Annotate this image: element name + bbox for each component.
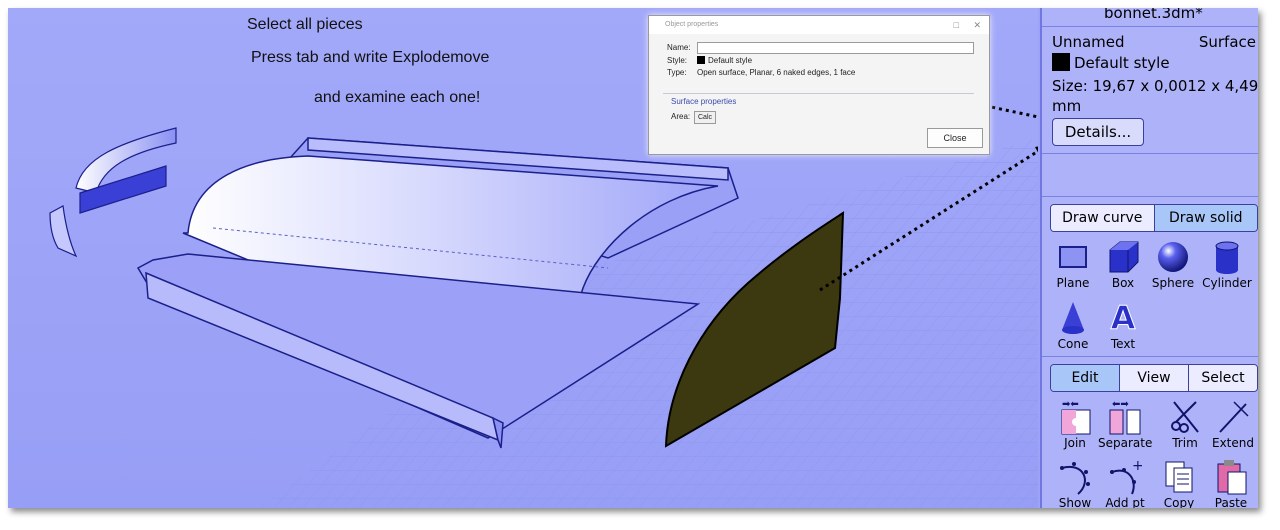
dialog-title: Object properties	[665, 21, 719, 28]
object-name: Unnamed	[1052, 33, 1125, 51]
instruction-line-2: Press tab and write Explodemove	[251, 49, 490, 66]
text-icon: A	[1110, 299, 1136, 338]
object-style[interactable]: Default style	[1052, 53, 1170, 72]
paste-icon	[1217, 460, 1247, 495]
object-properties-dialog: Object properties □ ✕ Name: Style: Defau…	[648, 15, 990, 155]
properties-panel: bonnet.3dm* Unnamed Surface Default styl…	[1040, 8, 1258, 508]
tool-label: Paste	[1214, 496, 1248, 508]
tab-edit[interactable]: Edit	[1051, 365, 1120, 391]
name-input[interactable]	[697, 42, 974, 54]
svg-text:➡⬅: ➡⬅	[1062, 399, 1079, 410]
app-window: Select all pieces Press tab and write Ex…	[8, 8, 1258, 508]
style-swatch	[697, 56, 705, 64]
dialog-titlebar: Object properties □ ✕	[649, 16, 989, 34]
file-name: bonnet.3dm*	[1104, 8, 1203, 22]
svg-text:+: +	[1132, 458, 1142, 474]
tool-join[interactable]: ➡⬅ Join	[1048, 398, 1102, 450]
tool-show-points[interactable]: Show pts	[1048, 458, 1102, 508]
3d-viewport[interactable]: Select all pieces Press tab and write Ex…	[8, 8, 1038, 508]
style-swatch	[1052, 53, 1070, 71]
tool-label: Add pt	[1105, 496, 1145, 508]
tab-view[interactable]: View	[1120, 365, 1189, 391]
tool-label: Join	[1064, 436, 1086, 450]
tool-label: Plane	[1056, 276, 1090, 290]
type-value: Open surface, Planar, 6 naked edges, 1 f…	[697, 68, 856, 77]
separate-icon: ⬅➡	[1109, 399, 1141, 435]
add-point-icon: +	[1110, 458, 1142, 495]
tab-draw-curve[interactable]: Draw curve	[1051, 205, 1155, 231]
draw-tabs: Draw curve Draw solid	[1050, 204, 1258, 232]
tool-extend[interactable]: Extend	[1206, 398, 1258, 450]
object-type: Surface	[1198, 33, 1256, 51]
box-icon	[1109, 241, 1139, 273]
surface-properties-group: Surface properties Area: Calc	[663, 93, 974, 130]
close-button[interactable]: Close	[927, 128, 983, 148]
sphere-icon	[1158, 242, 1188, 272]
tool-cylinder[interactable]: Cylinder	[1200, 238, 1254, 290]
copy-icon	[1165, 461, 1193, 493]
tool-label: Show pts	[1058, 496, 1092, 508]
style-value: Default style	[697, 56, 752, 65]
plane-icon	[1059, 246, 1087, 268]
tool-label: Sphere	[1151, 276, 1195, 290]
tool-label: Copy	[1163, 496, 1195, 508]
maximize-icon[interactable]: □	[954, 16, 959, 34]
name-label: Name:	[667, 43, 691, 52]
tool-sphere[interactable]: Sphere	[1146, 238, 1200, 290]
tab-draw-solid[interactable]: Draw solid	[1154, 205, 1257, 231]
small-side-piece	[49, 205, 78, 258]
style-label: Style:	[667, 56, 688, 65]
tool-cone[interactable]: Cone	[1046, 299, 1100, 351]
surface-properties-title: Surface properties	[671, 97, 737, 106]
tab-select[interactable]: Select	[1189, 365, 1257, 391]
svg-text:⬅➡: ⬅➡	[1112, 399, 1129, 410]
edit-tabs: Edit View Select	[1050, 364, 1258, 392]
instruction-line-3: and examine each one!	[314, 89, 481, 106]
show-points-icon	[1060, 462, 1090, 495]
trim-icon	[1171, 401, 1199, 433]
tool-label: Extend	[1212, 436, 1254, 450]
object-size-unit: mm	[1052, 97, 1082, 115]
tool-box[interactable]: Box	[1096, 238, 1150, 290]
details-button[interactable]: Details...	[1052, 118, 1144, 146]
cylinder-icon	[1215, 241, 1239, 274]
tool-label: Cone	[1057, 337, 1089, 351]
extend-icon	[1219, 401, 1249, 433]
tool-label: Cylinder	[1202, 276, 1252, 290]
tool-label: Separate	[1098, 436, 1153, 450]
join-icon: ➡⬅	[1061, 399, 1091, 435]
calc-button[interactable]: Calc	[694, 111, 717, 124]
type-label: Type:	[667, 68, 687, 77]
tool-trim[interactable]: Trim	[1158, 398, 1212, 450]
cone-icon	[1062, 302, 1084, 334]
tool-copy[interactable]: Copy	[1152, 458, 1206, 508]
tool-plane[interactable]: Plane	[1046, 238, 1100, 290]
tool-text[interactable]: A Text	[1096, 299, 1150, 352]
object-size: Size: 19,67 x 0,0012 x 4,49	[1052, 77, 1258, 95]
tool-add-point[interactable]: + Add pt	[1098, 458, 1152, 508]
tool-label: Box	[1111, 276, 1135, 290]
tool-paste[interactable]: Paste	[1204, 458, 1258, 508]
tool-separate[interactable]: ⬅➡ Separate	[1098, 398, 1152, 450]
area-label: Area:	[671, 112, 691, 121]
tool-label: Text	[1110, 337, 1136, 351]
close-icon[interactable]: ✕	[973, 16, 981, 34]
tool-label: Trim	[1172, 436, 1198, 450]
instruction-line-1: Select all pieces	[247, 16, 363, 33]
